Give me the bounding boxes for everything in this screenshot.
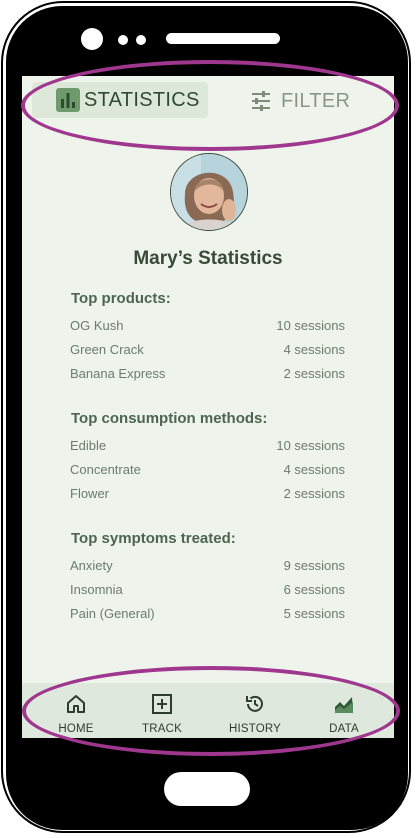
speaker-grille [166,33,280,44]
tab-statistics[interactable]: STATISTICS [32,82,208,118]
sliders-icon [250,90,272,112]
list-item-name: Green Crack [70,342,144,357]
area-chart-icon [333,693,355,720]
section-title-products: Top products: [71,290,171,307]
list-item: Edible 10 sessions [70,438,345,453]
plus-square-icon [151,693,173,720]
list-item-name: Edible [70,438,107,453]
nav-home[interactable]: HOME [40,693,112,735]
list-item-value: 9 sessions [283,558,345,573]
nav-track-label: TRACK [142,723,182,735]
list-item-name: Banana Express [70,366,166,381]
list-item-value: 10 sessions [276,438,345,453]
nav-home-label: HOME [58,723,94,735]
list-item-value: 5 sessions [283,606,345,621]
section-title-symptoms: Top symptoms treated: [71,530,236,547]
list-item-value: 2 sessions [283,486,345,501]
list-item-name: Insomnia [70,582,123,597]
nav-history-label: HISTORY [228,723,282,735]
history-icon [244,693,266,720]
list-item: Pain (General) 5 sessions [70,606,345,621]
list-item: Flower 2 sessions [70,486,345,501]
bar-chart-icon [56,88,80,112]
home-icon [65,693,87,720]
nav-data-label: DATA [329,723,359,735]
list-item-name: Flower [70,486,110,501]
front-camera [81,28,103,50]
nav-track[interactable]: TRACK [126,693,198,735]
list-item-value: 4 sessions [283,342,345,357]
list-item: Anxiety 9 sessions [70,558,345,573]
list-item: Insomnia 6 sessions [70,582,345,597]
list-item-name: Anxiety [70,558,113,573]
tab-statistics-label: STATISTICS [84,88,200,111]
home-hardware-button[interactable] [164,772,250,806]
section-title-methods: Top consumption methods: [71,410,268,427]
list-item: Banana Express 2 sessions [70,366,345,381]
nav-data[interactable]: DATA [308,693,380,735]
list-item: Concentrate 4 sessions [70,462,345,477]
list-item-name: OG Kush [70,318,124,333]
list-item-value: 4 sessions [283,462,345,477]
list-item: Green Crack 4 sessions [70,342,345,357]
list-item-value: 6 sessions [283,582,345,597]
tab-filter-label: FILTER [281,89,351,112]
list-item-value: 2 sessions [283,366,345,381]
list-item-name: Concentrate [70,462,141,477]
list-item: OG Kush 10 sessions [70,318,345,333]
list-item-name: Pain (General) [70,606,155,621]
nav-history[interactable]: HISTORY [219,693,291,735]
page-title: Mary’s Statistics [133,248,283,269]
avatar [170,153,248,231]
list-item-value: 10 sessions [276,318,345,333]
sensor-dot [136,35,146,45]
sensor-dot [118,35,128,45]
tab-filter[interactable]: FILTER [250,84,350,118]
